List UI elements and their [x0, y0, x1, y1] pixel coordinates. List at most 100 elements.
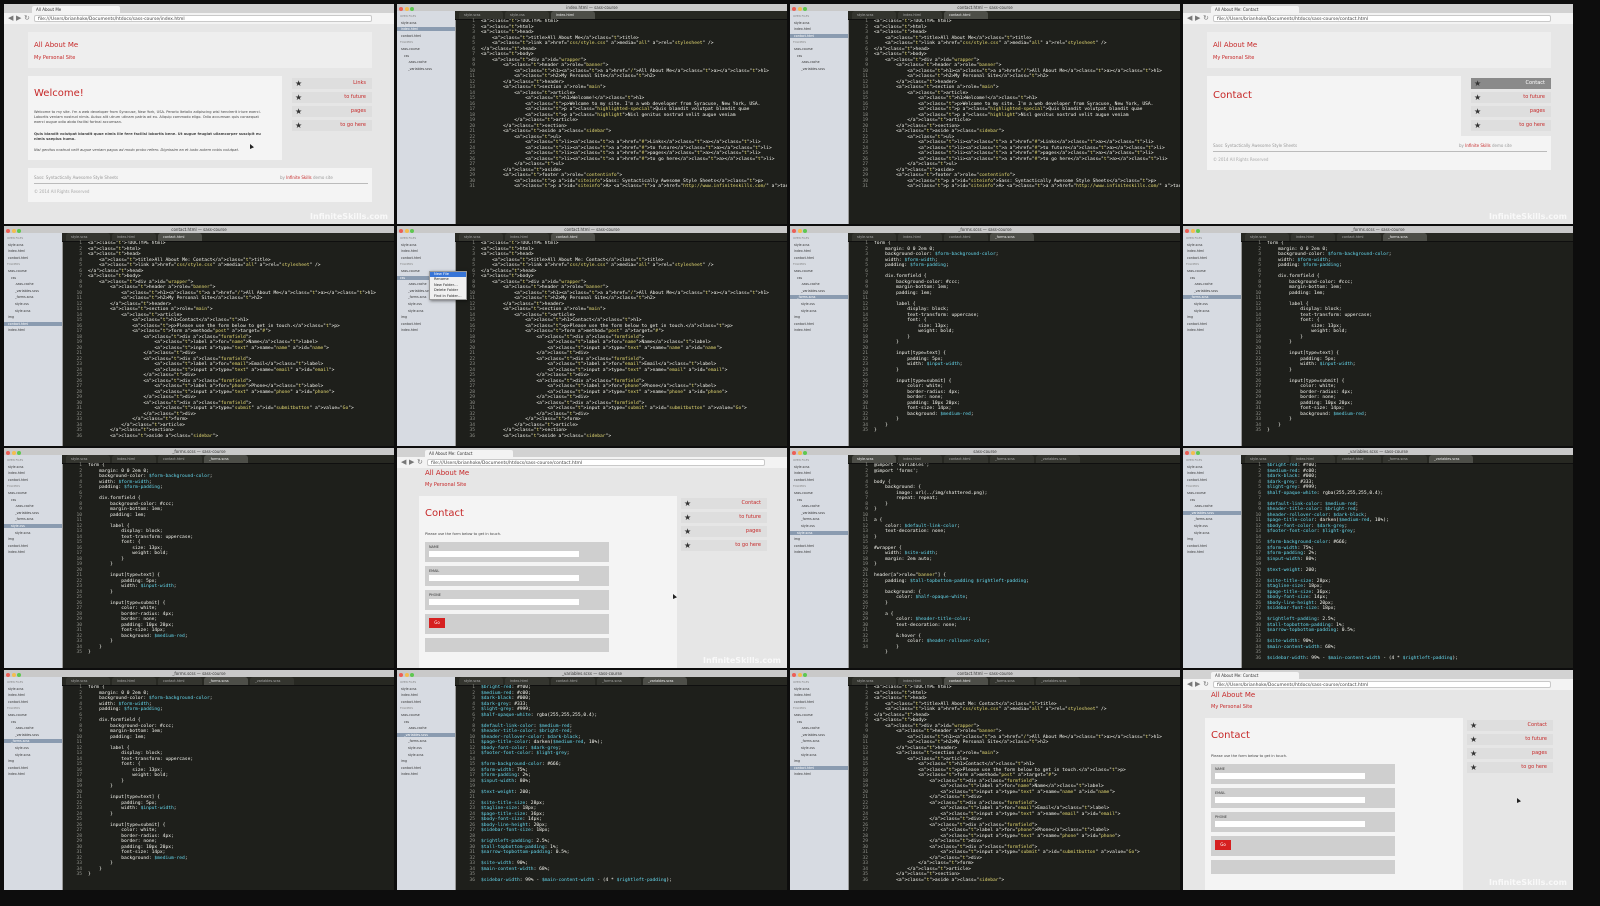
sidebar-nav-item[interactable]: ★ to go here	[681, 540, 767, 551]
address-bar[interactable]: file:///Users/brianhoke/Documents/htdocs…	[1213, 15, 1551, 22]
sidebar-file-item[interactable]: sass-course	[1187, 269, 1206, 273]
code-editor[interactable]: <a">class="t">!DOCTYPE html> <a">class="…	[874, 19, 1180, 224]
editor-tab[interactable]: _forms.scss	[204, 455, 248, 463]
close-icon[interactable]	[792, 228, 796, 233]
sidebar-file-item[interactable]: img	[8, 315, 14, 319]
editor-tab[interactable]: contact.html	[944, 11, 988, 19]
code-editor[interactable]: <a">class="t">!DOCTYPE html> <a">class="…	[874, 685, 1180, 890]
sidebar-file-item[interactable]: index.html	[794, 471, 811, 475]
sidebar-file-item[interactable]: .sass-cache	[8, 726, 34, 730]
minimize-icon[interactable]	[797, 228, 802, 233]
sidebar-file-item[interactable]: index.html	[8, 772, 25, 776]
back-icon[interactable]: ◀	[1187, 680, 1192, 688]
sidebar-file-item[interactable]: _forms.scss	[8, 295, 33, 299]
sidebar-file-item[interactable]: contact.html	[8, 700, 28, 704]
sidebar-file-item[interactable]: _forms.scss	[401, 295, 426, 299]
editor-tab[interactable]: contact.html	[158, 233, 202, 241]
address-bar[interactable]: file:///Users/brianhoke/Documents/htdocs…	[1213, 681, 1551, 688]
browser-tab[interactable]: All About Me: Contact	[1211, 6, 1299, 13]
sidebar-file-item[interactable]: FOLDERS	[793, 484, 806, 488]
sidebar-file-item[interactable]: style.scss	[1187, 309, 1209, 313]
sidebar-file-item[interactable]: _forms.scss	[401, 739, 426, 743]
sidebar-file-item[interactable]: index.html	[401, 328, 418, 332]
sidebar-file-item[interactable]: index.html	[794, 328, 811, 332]
sidebar-file-item[interactable]: style.scss	[8, 309, 30, 313]
editor-tab[interactable]: index.html	[898, 233, 942, 241]
sidebar-nav-item[interactable]: ★ to future	[292, 92, 372, 103]
sidebar-file-item[interactable]: index.html	[794, 693, 811, 697]
sidebar-file-item[interactable]: style.scss	[794, 309, 816, 313]
minimize-icon[interactable]	[1190, 228, 1195, 233]
sidebar-file-item[interactable]: css	[794, 276, 802, 280]
sidebar-file-item[interactable]: css	[8, 276, 16, 280]
sidebar-file-item[interactable]: FOLDERS	[7, 706, 20, 710]
sidebar-file-item[interactable]: style.scss	[8, 531, 30, 535]
sidebar-file-item[interactable]: style.scss	[401, 753, 423, 757]
sidebar-nav-item[interactable]: ★ to go here	[1467, 762, 1553, 773]
close-icon[interactable]	[1185, 450, 1189, 455]
sidebar-file-item[interactable]: _variables.scss	[8, 511, 39, 515]
sidebar-file-item[interactable]: contact.html	[8, 766, 28, 770]
sidebar-file-item[interactable]: _variables.scss	[8, 733, 39, 737]
sidebar-file-item[interactable]: sass-course	[401, 269, 420, 273]
close-icon[interactable]	[399, 6, 403, 11]
close-icon[interactable]	[792, 672, 796, 677]
editor-tab[interactable]: style.scss	[459, 233, 503, 241]
sidebar-file-item[interactable]: style.scss	[8, 243, 23, 247]
minimize-icon[interactable]	[404, 672, 409, 677]
editor-tab[interactable]: style.scss	[852, 233, 896, 241]
editor-tab[interactable]: _variables.scss	[1036, 677, 1080, 685]
editor-tab[interactable]: index.html	[112, 233, 156, 241]
form-text-input[interactable]	[1215, 773, 1365, 779]
sidebar-file-item[interactable]: img	[8, 537, 14, 541]
sidebar-file-item[interactable]: index.html	[1187, 249, 1204, 253]
editor-tab[interactable]: _variables.scss	[1429, 455, 1473, 463]
sidebar-file-item[interactable]: contact.html	[1187, 256, 1207, 260]
editor-tab[interactable]: _forms.scss	[990, 455, 1034, 463]
sidebar-file-item[interactable]: FOLDERS	[793, 40, 806, 44]
sidebar-file-item[interactable]: contact.html	[1187, 544, 1207, 548]
minimize-icon[interactable]	[11, 450, 16, 455]
close-icon[interactable]	[399, 672, 403, 677]
sidebar-file-item[interactable]: _variables.scss	[1183, 510, 1241, 515]
sidebar-file-item[interactable]: style.scss	[1187, 531, 1209, 535]
sidebar-file-item[interactable]: OPEN FILES	[400, 236, 416, 240]
submit-button[interactable]: Go	[429, 618, 445, 628]
zoom-icon[interactable]	[410, 6, 414, 11]
sidebar-nav-item[interactable]: ★ to future	[681, 512, 767, 523]
editor-tab[interactable]: contact.html	[944, 455, 988, 463]
editor-tab[interactable]: contact.html	[1337, 455, 1381, 463]
editor-tab[interactable]: style.scss	[852, 455, 896, 463]
sidebar-file-item[interactable]: contact.html	[401, 700, 421, 704]
sidebar-file-item[interactable]: style.scss	[401, 243, 416, 247]
infinite-skills-link[interactable]: Infinite Skills	[286, 175, 311, 180]
sidebar-file-item[interactable]: contact.html	[401, 256, 421, 260]
zoom-icon[interactable]	[803, 672, 807, 677]
sidebar-file-item[interactable]: style.scss	[401, 687, 416, 691]
browser-tab[interactable]: All About Me: Contact	[425, 450, 513, 457]
sidebar-file-item[interactable]: .sass-cache	[401, 726, 427, 730]
sidebar-file-item[interactable]: FOLDERS	[793, 706, 806, 710]
back-icon[interactable]: ◀	[401, 458, 406, 466]
minimize-icon[interactable]	[797, 672, 802, 677]
sidebar-nav-item[interactable]: ★ Contact	[1471, 78, 1551, 89]
sidebar-file-item[interactable]: style.css	[794, 302, 815, 306]
sidebar-file-item[interactable]: contact.html	[794, 256, 814, 260]
editor-tab[interactable]: contact.html	[551, 233, 595, 241]
context-menu-item[interactable]: Find in Folder…	[430, 294, 466, 299]
editor-tab[interactable]: _variables.scss	[1036, 455, 1080, 463]
zoom-icon[interactable]	[17, 228, 21, 233]
sidebar-file-item[interactable]: _variables.scss	[1187, 289, 1218, 293]
sidebar-nav-item[interactable]: ★ Contact	[681, 498, 767, 509]
sidebar-file-item[interactable]: style.scss	[794, 753, 816, 757]
zoom-icon[interactable]	[17, 672, 21, 677]
sidebar-file-item[interactable]: index.html	[1187, 550, 1204, 554]
zoom-icon[interactable]	[410, 228, 414, 233]
sidebar-file-item[interactable]: index.html	[8, 328, 25, 332]
forward-icon[interactable]: ▶	[16, 14, 21, 22]
sidebar-file-item[interactable]: _forms.scss	[794, 739, 819, 743]
sidebar-file-item[interactable]: FOLDERS	[400, 40, 413, 44]
sidebar-file-item[interactable]: _variables.scss	[794, 67, 825, 71]
editor-tab[interactable]: style.css	[505, 11, 549, 19]
sidebar-file-item[interactable]: sass-course	[401, 47, 420, 51]
